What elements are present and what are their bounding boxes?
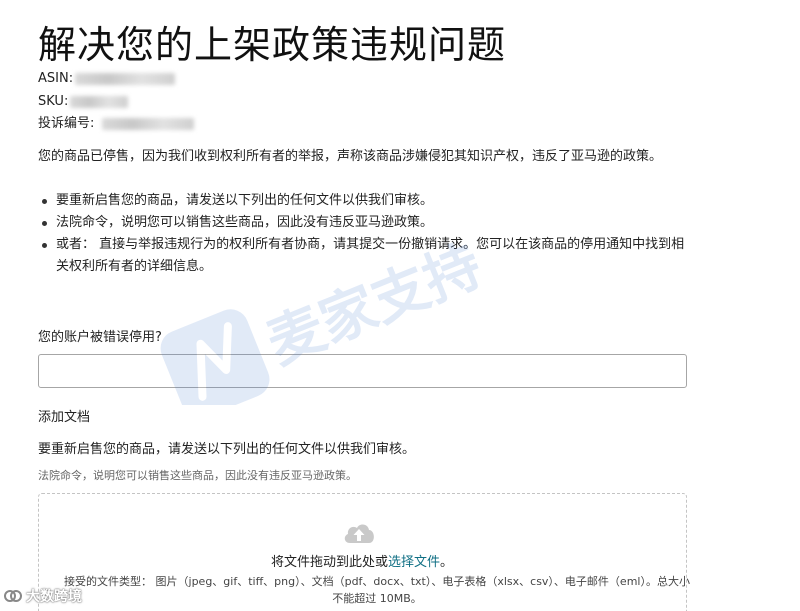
- list-item: 法院命令，说明您可以销售这些商品，因此没有违反亚马逊政策。: [38, 212, 688, 234]
- corner-watermark: 大数跨境: [0, 584, 82, 608]
- choose-file-link[interactable]: 选择文件: [388, 555, 440, 570]
- asin-row: ASIN:: [38, 70, 176, 88]
- policy-violation-page: 解决您的上架政策违规问题 ASIN: SKU: 投诉编号: 您的商品已停售，因为…: [0, 0, 800, 611]
- wrongly-suspended-input[interactable]: [38, 354, 687, 388]
- list-item: 要重新启售您的商品，请发送以下列出的任何文件以供我们审核。: [38, 190, 688, 212]
- drag-drop-text: 将文件拖动到此处或选择文件。: [0, 551, 724, 570]
- complaint-value-redacted: [102, 117, 195, 130]
- complaint-row: 投诉编号:: [38, 115, 195, 133]
- sku-value-redacted: [70, 95, 129, 108]
- sku-label: SKU:: [38, 94, 69, 109]
- list-item: 或者： 直接与举报违规行为的权利所有者协商，请其提交一份撤销请求。您可以在该商品…: [38, 234, 688, 278]
- add-documents-label: 添加文档: [38, 410, 91, 425]
- logo-icon: [4, 590, 22, 602]
- resubmit-instructions: 要重新启售您的商品，请发送以下列出的任何文件以供我们审核。: [38, 442, 416, 457]
- asin-value-redacted: [75, 72, 176, 85]
- drag-text: 将文件拖动到此处或: [270, 555, 388, 570]
- complaint-label: 投诉编号:: [38, 116, 95, 131]
- drag-suffix: 。: [440, 555, 454, 570]
- page-title: 解决您的上架政策违规问题: [38, 23, 507, 67]
- court-order-note: 法院命令，说明您可以销售这些商品，因此没有违反亚马逊政策。: [38, 469, 357, 482]
- suspension-notice: 您的商品已停售，因为我们收到权利所有者的举报，声称该商品涉嫌侵犯其知识产权，违反…: [38, 149, 663, 164]
- accepted-file-types: 接受的文件类型： 图片（jpeg、gif、tiff、png）、文档（pdf、do…: [64, 575, 690, 605]
- cloud-upload-icon[interactable]: [342, 519, 376, 545]
- sku-row: SKU:: [38, 93, 129, 111]
- wrongly-suspended-label: 您的账户被错误停用?: [38, 330, 162, 345]
- reinstatement-options: 要重新启售您的商品，请发送以下列出的任何文件以供我们审核。 法院命令，说明您可以…: [38, 190, 688, 278]
- corner-watermark-text: 大数跨境: [26, 589, 82, 605]
- asin-label: ASIN:: [38, 71, 74, 86]
